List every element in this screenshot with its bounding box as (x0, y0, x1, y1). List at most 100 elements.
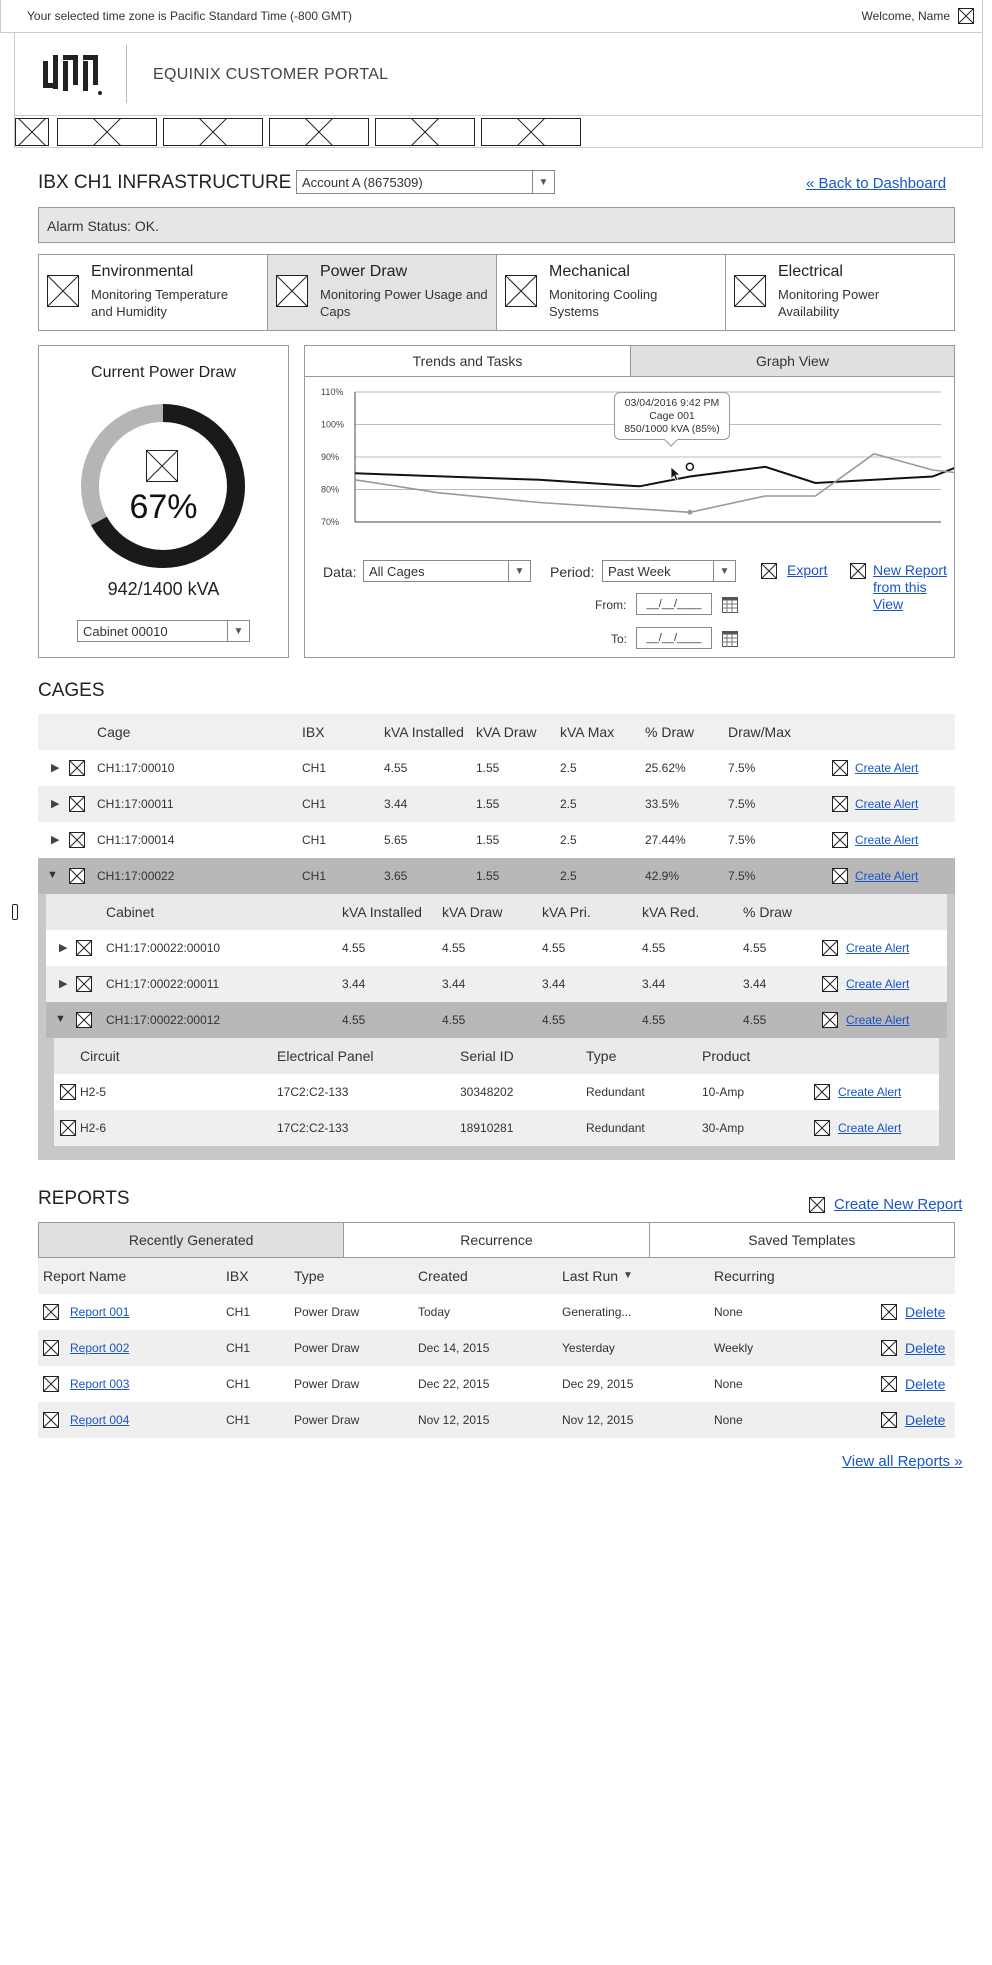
delete-link[interactable]: Delete (905, 1366, 945, 1402)
table-row-expanded[interactable]: ▼ CH1:17:00022:00012 4.55 4.55 4.55 4.55… (46, 1002, 947, 1038)
chevron-down-icon: ▼ (227, 621, 249, 641)
collapse-arrow-icon[interactable]: ▼ (47, 869, 58, 881)
tile-electrical[interactable]: Electrical Monitoring Power Availability (726, 255, 954, 330)
export-link[interactable]: Export (787, 562, 827, 578)
cabinet-select[interactable]: Cabinet 00010 ▼ (77, 620, 250, 642)
delete-link[interactable]: Delete (905, 1330, 945, 1366)
to-calendar-icon[interactable] (722, 631, 738, 647)
col-cabinet: Cabinet (106, 904, 155, 920)
report-name-link[interactable]: Report 002 (70, 1330, 129, 1366)
create-new-report-link[interactable]: Create New Report (834, 1196, 962, 1213)
create-alert-link[interactable]: Create Alert (846, 930, 909, 966)
report-name-link[interactable]: Report 001 (70, 1294, 129, 1330)
table-row[interactable]: H2-6 17C2:C2-133 18910281 Redundant 30-A… (54, 1110, 939, 1146)
col-created: Created (418, 1268, 468, 1284)
y-tick-label: 80% (321, 485, 339, 495)
create-alert-link[interactable]: Create Alert (846, 966, 909, 1002)
account-select[interactable]: Account A (8675309) ▼ (296, 170, 555, 194)
table-row[interactable]: Report 003 CH1 Power Draw Dec 22, 2015 D… (38, 1366, 955, 1402)
welcome-text[interactable]: Welcome, Name (862, 9, 950, 23)
table-row[interactable]: Report 004 CH1 Power Draw Nov 12, 2015 N… (38, 1402, 955, 1438)
expand-arrow-icon[interactable]: ▶ (51, 761, 59, 774)
equinix-logo-icon[interactable] (41, 53, 103, 97)
delete-icon[interactable] (881, 1340, 897, 1356)
tile-power-draw[interactable]: Power Draw Monitoring Power Usage and Ca… (268, 255, 497, 330)
alert-icon[interactable] (822, 976, 838, 992)
table-row[interactable]: Report 002 CH1 Power Draw Dec 14, 2015 Y… (38, 1330, 955, 1366)
expand-arrow-icon[interactable]: ▶ (59, 941, 67, 954)
delete-icon[interactable] (881, 1376, 897, 1392)
collapse-arrow-icon[interactable]: ▼ (55, 1013, 66, 1025)
cabinet-select-value: Cabinet 00010 (83, 623, 168, 639)
environmental-icon (47, 275, 79, 307)
create-report-icon[interactable] (809, 1197, 825, 1213)
from-calendar-icon[interactable] (722, 597, 738, 613)
nav-item-4[interactable] (375, 118, 475, 146)
tab-saved-templates[interactable]: Saved Templates (649, 1223, 954, 1257)
table-row[interactable]: ▶ CH1:17:00011 CH1 3.44 1.55 2.5 33.5% 7… (38, 786, 955, 822)
table-row[interactable]: H2-5 17C2:C2-133 30348202 Redundant 10-A… (54, 1074, 939, 1110)
period-select[interactable]: Past Week ▼ (602, 560, 736, 582)
create-alert-link[interactable]: Create Alert (838, 1110, 901, 1146)
create-alert-link[interactable]: Create Alert (855, 822, 918, 858)
col-kva-pri: kVA Pri. (542, 904, 591, 920)
tab-trends-and-tasks[interactable]: Trends and Tasks (305, 346, 631, 377)
delete-link[interactable]: Delete (905, 1294, 945, 1330)
nav-home-icon[interactable] (15, 118, 49, 146)
to-date-input[interactable]: __/__/____ (636, 627, 712, 649)
create-alert-link[interactable]: Create Alert (855, 786, 918, 822)
from-date-input[interactable]: __/__/____ (636, 593, 712, 615)
alert-icon[interactable] (814, 1084, 830, 1100)
cage-max: 2.5 (560, 797, 577, 811)
nav-item-5[interactable] (481, 118, 581, 146)
alert-icon[interactable] (832, 760, 848, 776)
table-row-expanded[interactable]: ▼ CH1:17:00022 CH1 3.65 1.55 2.5 42.9% 7… (38, 858, 955, 894)
create-alert-link[interactable]: Create Alert (846, 1002, 909, 1038)
sort-desc-icon[interactable]: ▼ (623, 1270, 633, 1281)
tab-recurrence[interactable]: Recurrence (344, 1223, 650, 1257)
view-all-reports-link[interactable]: View all Reports » (842, 1453, 963, 1470)
alert-icon[interactable] (822, 940, 838, 956)
export-icon[interactable] (761, 563, 777, 579)
create-alert-link[interactable]: Create Alert (855, 858, 918, 894)
tab-recently-generated[interactable]: Recently Generated (39, 1223, 345, 1257)
create-alert-link[interactable]: Create Alert (855, 750, 918, 786)
table-row[interactable]: ▶ CH1:17:00022:00010 4.55 4.55 4.55 4.55… (46, 930, 947, 966)
new-report-link[interactable]: New Report from this View (873, 562, 953, 613)
col-kva-draw: kVA Draw (476, 724, 537, 740)
alert-icon[interactable] (832, 868, 848, 884)
create-alert-link[interactable]: Create Alert (838, 1074, 901, 1110)
table-row[interactable]: ▶ CH1:17:00022:00011 3.44 3.44 3.44 3.44… (46, 966, 947, 1002)
highlight-point (685, 462, 695, 471)
power-draw-icon (276, 275, 308, 307)
nav-item-3[interactable] (269, 118, 369, 146)
table-row[interactable]: Report 001 CH1 Power Draw Today Generati… (38, 1294, 955, 1330)
report-name-link[interactable]: Report 004 (70, 1402, 129, 1438)
tile-environmental[interactable]: Environmental Monitoring Temperature and… (39, 255, 268, 330)
col-last-run[interactable]: Last Run (562, 1258, 618, 1294)
table-row[interactable]: ▶ CH1:17:00014 CH1 5.65 1.55 2.5 27.44% … (38, 822, 955, 858)
data-select[interactable]: All Cages ▼ (363, 560, 531, 582)
cabinet-subtable: Cabinet kVA Installed kVA Draw kVA Pri. … (46, 894, 947, 1152)
back-to-dashboard-link[interactable]: « Back to Dashboard (806, 175, 946, 192)
table-row[interactable]: ▶ CH1:17:00010 CH1 4.55 1.55 2.5 25.62% … (38, 750, 955, 786)
alert-icon[interactable] (814, 1120, 830, 1136)
tile-mechanical[interactable]: Mechanical Monitoring Cooling Systems (497, 255, 726, 330)
expand-arrow-icon[interactable]: ▶ (51, 797, 59, 810)
user-avatar-icon[interactable] (958, 8, 974, 24)
delete-link[interactable]: Delete (905, 1402, 945, 1438)
nav-item-1[interactable] (57, 118, 157, 146)
tab-graph-view[interactable]: Graph View (631, 346, 954, 377)
expand-arrow-icon[interactable]: ▶ (51, 833, 59, 846)
alert-icon[interactable] (832, 796, 848, 812)
cabinet-header: Cabinet kVA Installed kVA Draw kVA Pri. … (46, 894, 947, 930)
chevron-down-icon: ▼ (532, 171, 554, 193)
expand-arrow-icon[interactable]: ▶ (59, 977, 67, 990)
new-report-icon[interactable] (850, 563, 866, 579)
delete-icon[interactable] (881, 1412, 897, 1428)
report-name-link[interactable]: Report 003 (70, 1366, 129, 1402)
alert-icon[interactable] (832, 832, 848, 848)
alert-icon[interactable] (822, 1012, 838, 1028)
delete-icon[interactable] (881, 1304, 897, 1320)
nav-item-2[interactable] (163, 118, 263, 146)
